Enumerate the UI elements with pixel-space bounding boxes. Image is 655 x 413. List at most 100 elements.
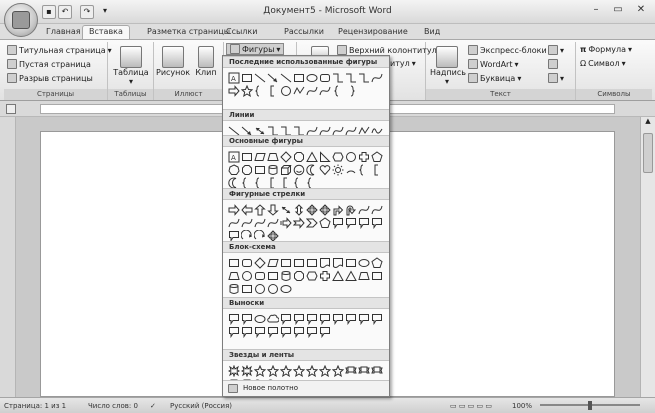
- ribbon-shape-icon[interactable]: [357, 365, 370, 377]
- picture-button[interactable]: Рисунок: [156, 46, 190, 77]
- callout-shape-icon[interactable]: [228, 230, 240, 242]
- circ-shape-icon[interactable]: [253, 229, 266, 242]
- elbow-shape-icon[interactable]: [358, 72, 370, 84]
- text-shape-icon[interactable]: A: [228, 151, 240, 163]
- scroll-thumb[interactable]: [643, 133, 653, 173]
- brace-r-shape-icon[interactable]: [345, 85, 357, 97]
- arrow-u-shape-icon[interactable]: [253, 203, 266, 216]
- shapes-button[interactable]: Фигуры ▾: [226, 43, 285, 55]
- scroll-up-icon[interactable]: ▲: [641, 117, 655, 125]
- uturn-shape-icon[interactable]: [345, 204, 357, 216]
- round-shape-icon[interactable]: [241, 257, 253, 269]
- rect-shape-icon[interactable]: [267, 270, 279, 282]
- diamond-shape-icon[interactable]: [253, 256, 266, 269]
- moon-shape-icon[interactable]: [305, 164, 318, 176]
- formula-button[interactable]: π Формула ▾: [580, 45, 632, 54]
- brace-l-shape-icon[interactable]: [332, 85, 344, 97]
- tab-view[interactable]: Вид: [418, 26, 446, 39]
- sun-shape-icon[interactable]: [332, 164, 344, 176]
- oct-shape-icon[interactable]: [293, 151, 305, 163]
- tab-selector-icon[interactable]: [6, 104, 16, 114]
- page-count[interactable]: Страница: 1 из 1: [4, 402, 66, 410]
- bracket-shape-icon[interactable]: [267, 177, 279, 189]
- star-shape-icon[interactable]: [266, 364, 279, 377]
- rect-shape-icon[interactable]: [228, 257, 240, 269]
- smile-shape-icon[interactable]: [293, 164, 305, 176]
- oval-shape-icon[interactable]: [254, 313, 266, 325]
- callout-shape-icon[interactable]: [345, 217, 357, 229]
- doc-shape-icon[interactable]: [319, 257, 331, 269]
- callout-shape-icon[interactable]: [228, 313, 240, 325]
- callout-shape-icon[interactable]: [293, 326, 305, 338]
- moon-shape-icon[interactable]: [227, 177, 240, 189]
- tab-home[interactable]: Главная: [40, 26, 87, 39]
- line-shape-icon[interactable]: [280, 72, 292, 84]
- text-shape-icon[interactable]: A: [228, 72, 240, 84]
- spellcheck-icon[interactable]: ✓: [150, 402, 156, 410]
- rect-shape-icon[interactable]: [345, 257, 357, 269]
- rect-shape-icon[interactable]: [241, 283, 253, 295]
- curve-shape-icon[interactable]: [254, 217, 266, 229]
- darrow-shape-icon[interactable]: [280, 204, 292, 216]
- chevron-shape-icon[interactable]: [305, 217, 318, 229]
- symbol-button[interactable]: Ω Символ ▾: [580, 59, 626, 68]
- callout-shape-icon[interactable]: [332, 313, 344, 325]
- cross-shape-icon[interactable]: [358, 151, 370, 163]
- curve-shape-icon[interactable]: [267, 217, 279, 229]
- signature-button[interactable]: ▾: [548, 45, 564, 55]
- arrow-r-shape-icon[interactable]: [228, 84, 240, 97]
- line-shape-icon[interactable]: [254, 72, 266, 84]
- tab-mailings[interactable]: Рассылки: [278, 26, 330, 39]
- brace-shape-icon[interactable]: [358, 164, 370, 176]
- footer-button[interactable]: итул ▾: [390, 59, 416, 68]
- callout-shape-icon[interactable]: [319, 313, 331, 325]
- round-shape-icon[interactable]: [254, 270, 266, 282]
- burst-shape-icon[interactable]: [240, 364, 253, 377]
- notched-shape-icon[interactable]: [292, 216, 305, 229]
- word-count[interactable]: Число слов: 0: [88, 402, 138, 410]
- callout-shape-icon[interactable]: [319, 326, 331, 338]
- express-blocks-button[interactable]: Экспресс-блоки▾: [468, 45, 553, 55]
- star-shape-icon[interactable]: [318, 364, 331, 377]
- brace-shape-icon[interactable]: [306, 177, 318, 189]
- cloud-shape-icon[interactable]: [266, 313, 279, 325]
- tab-references[interactable]: Ссылки: [220, 26, 263, 39]
- curve-shape-icon[interactable]: [371, 72, 383, 84]
- trap-shape-icon[interactable]: [357, 270, 370, 282]
- callout-shape-icon[interactable]: [371, 217, 383, 229]
- callout-shape-icon[interactable]: [306, 313, 318, 325]
- star-shape-icon[interactable]: [279, 364, 292, 377]
- hex-shape-icon[interactable]: [331, 151, 344, 163]
- language[interactable]: Русский (Россия): [170, 402, 232, 410]
- quad-shape-icon[interactable]: [318, 203, 331, 216]
- datetime-button[interactable]: [548, 59, 558, 69]
- rect-shape-icon[interactable]: [293, 72, 305, 84]
- quad-shape-icon[interactable]: [305, 203, 318, 216]
- callout-shape-icon[interactable]: [306, 326, 318, 338]
- callout-shape-icon[interactable]: [267, 326, 279, 338]
- clipart-button[interactable]: Клип: [192, 46, 220, 77]
- cyl-shape-icon[interactable]: [228, 283, 240, 295]
- arrow-ud-shape-icon[interactable]: [293, 203, 305, 216]
- office-button[interactable]: [4, 3, 38, 37]
- curve-shape-icon[interactable]: [306, 85, 318, 97]
- dropcap-button[interactable]: Буквица ▾: [468, 73, 521, 83]
- brace-shape-icon[interactable]: [254, 85, 266, 97]
- rect-shape-icon[interactable]: [241, 72, 253, 84]
- rect-shape-icon[interactable]: [371, 270, 383, 282]
- oct-shape-icon[interactable]: [293, 270, 305, 282]
- trap-shape-icon[interactable]: [227, 270, 240, 282]
- brace-shape-icon[interactable]: [241, 177, 253, 189]
- curve-shape-icon[interactable]: [228, 217, 240, 229]
- rect-shape-icon[interactable]: [293, 257, 305, 269]
- callout-shape-icon[interactable]: [241, 326, 253, 338]
- cube-shape-icon[interactable]: [280, 164, 292, 176]
- blank-page-button[interactable]: Пустая страница: [7, 59, 91, 69]
- hept-shape-icon[interactable]: [227, 163, 240, 176]
- callout-shape-icon[interactable]: [228, 326, 240, 338]
- striped-shape-icon[interactable]: [280, 216, 292, 229]
- textbox-button[interactable]: Надпись ▾: [430, 46, 466, 86]
- circle-shape-icon[interactable]: [267, 283, 279, 295]
- pent-shape-icon[interactable]: [370, 256, 383, 269]
- elbow-shape-icon[interactable]: [332, 72, 344, 84]
